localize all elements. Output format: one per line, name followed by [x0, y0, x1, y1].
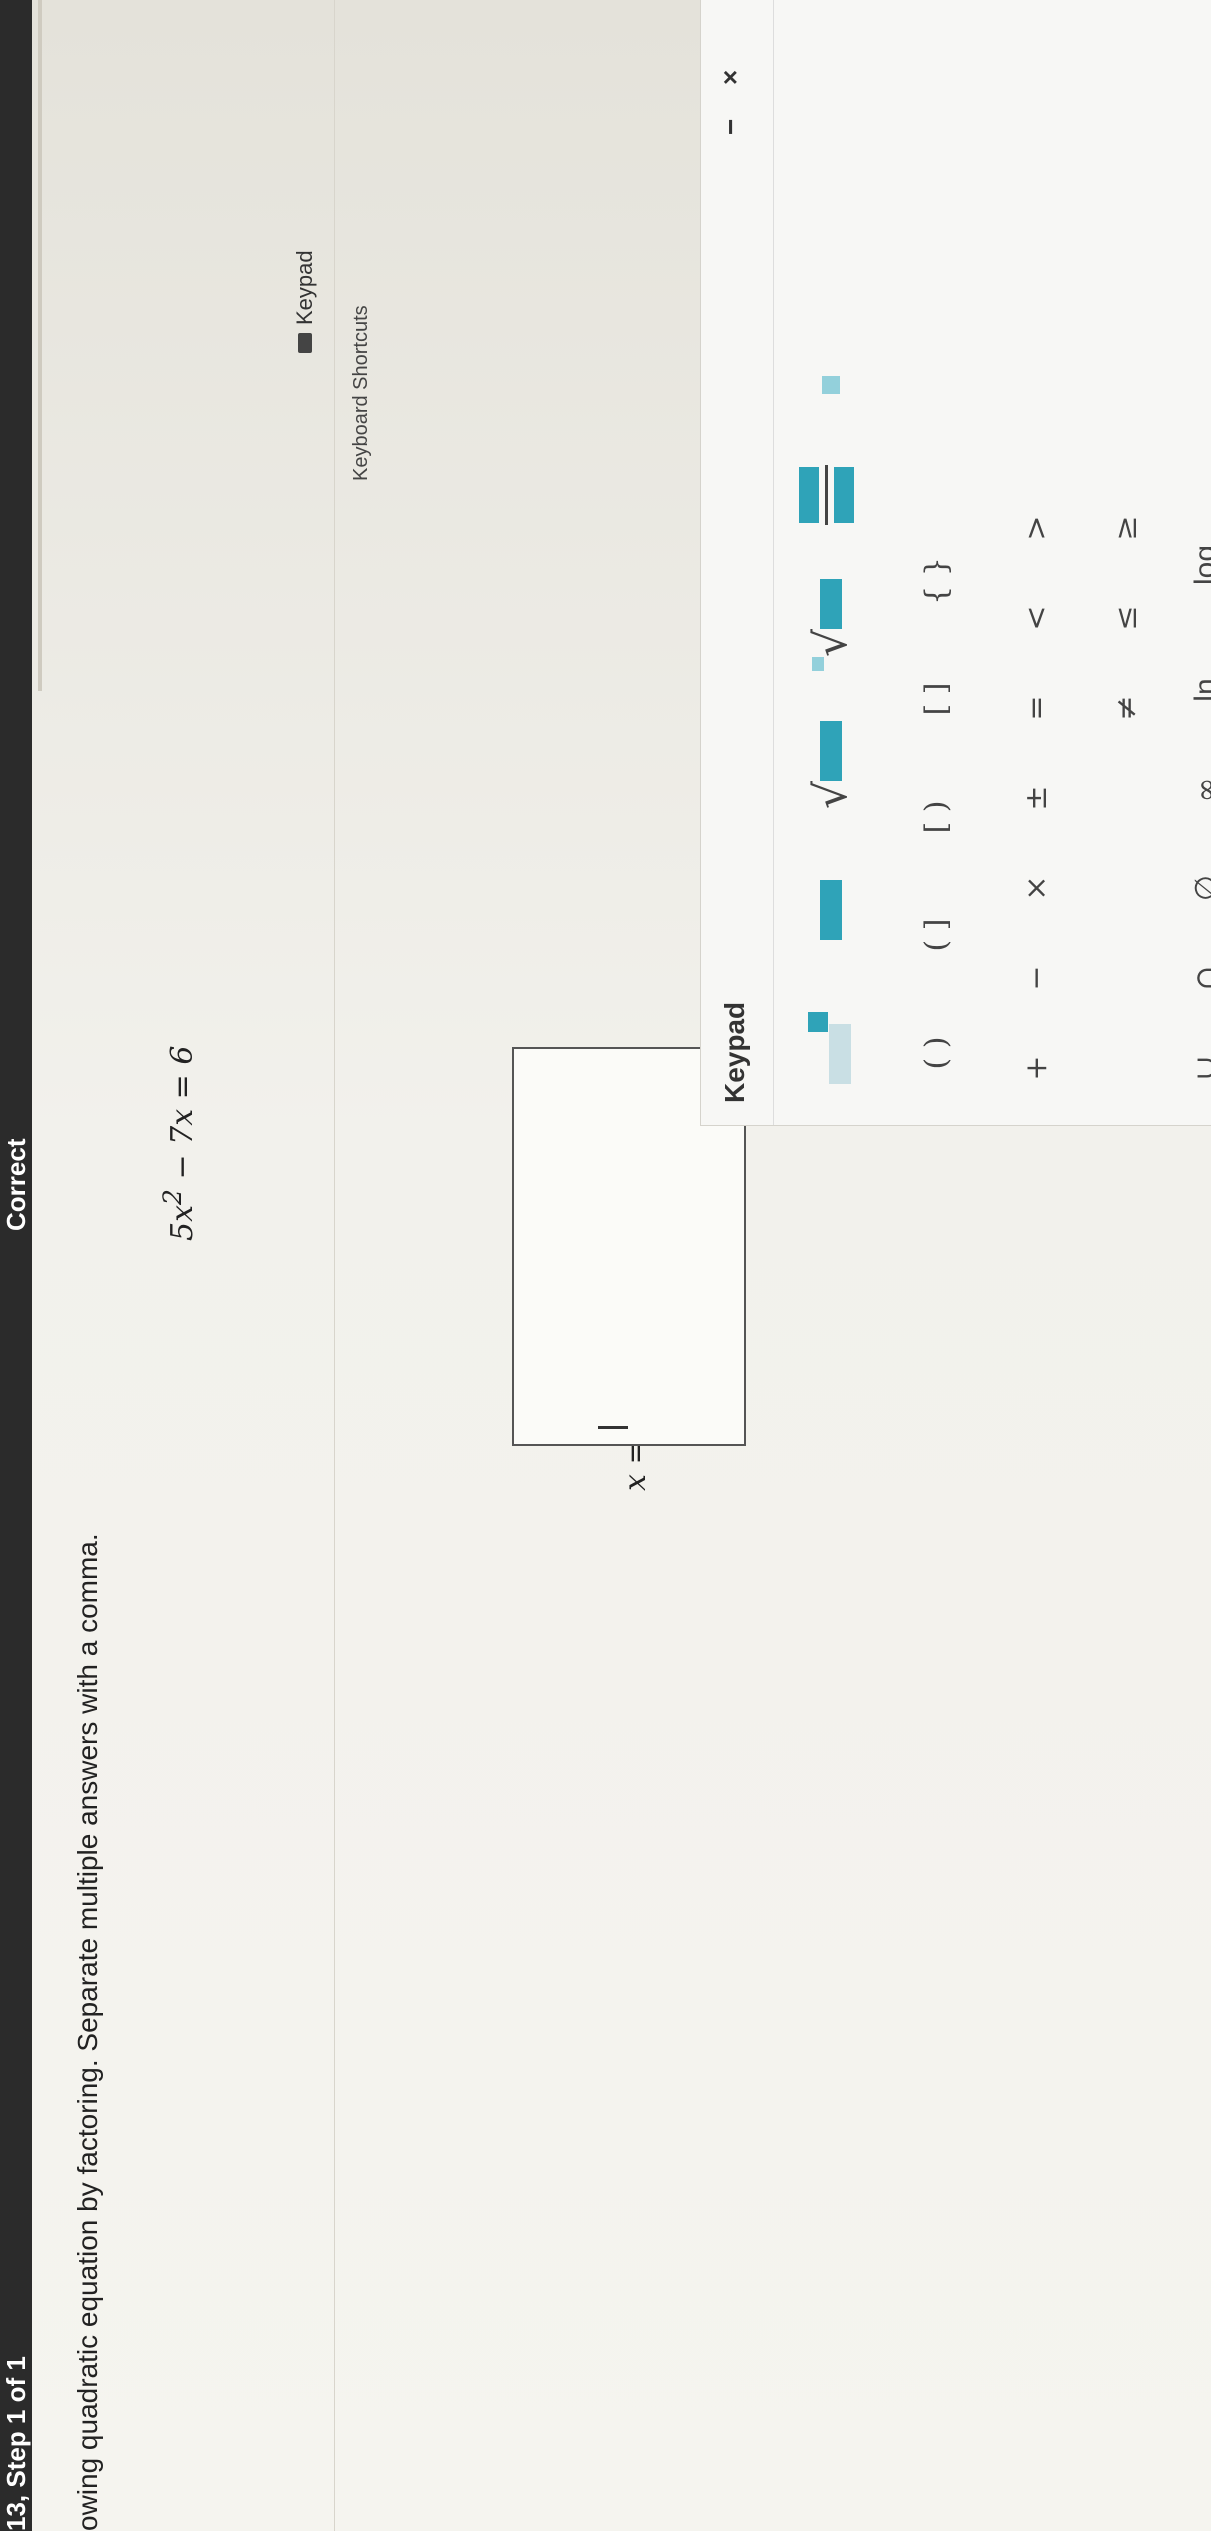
- half-open-left-key[interactable]: [ ): [901, 767, 971, 867]
- keypad-minimize-button[interactable]: −: [715, 119, 747, 135]
- brackets-key[interactable]: [ ]: [901, 649, 971, 749]
- mixed-number-key[interactable]: [796, 345, 866, 425]
- braces-key[interactable]: { }: [901, 531, 971, 631]
- times-key[interactable]: ×: [1001, 853, 1071, 923]
- greater-equal-key[interactable]: ≥: [1091, 493, 1161, 563]
- header-bar: [0, 0, 32, 2531]
- keypad-toggle-label: Keypad: [292, 250, 317, 325]
- keypad-header-divider: [773, 0, 774, 1125]
- keyboard-shortcuts-link[interactable]: Keyboard Shortcuts: [350, 305, 373, 481]
- step-label: 13, Step 1 of 1: [1, 2356, 31, 2531]
- union-key[interactable]: ∪: [1171, 1033, 1211, 1103]
- keyboard-icon: [298, 333, 312, 353]
- section-divider: [334, 0, 335, 2531]
- keypad-panel: Keypad − × √ √ ( ) ( ] [) [] {} + − ×…: [700, 0, 1211, 1126]
- equation: 5x2 − 7x = 6: [158, 1045, 200, 1241]
- keypad-close-button[interactable]: ×: [715, 70, 746, 85]
- half-open-right-key[interactable]: ( ]: [901, 885, 971, 985]
- answer-variable-label: x =: [618, 1439, 653, 1491]
- intersection-key[interactable]: ∩: [1171, 943, 1211, 1013]
- radical-icon: √: [805, 780, 857, 810]
- fraction-key[interactable]: [791, 455, 861, 535]
- not-equal-key[interactable]: ≠: [1091, 673, 1161, 743]
- less-than-key[interactable]: <: [1001, 583, 1071, 653]
- parentheses-key[interactable]: ( ): [901, 1003, 971, 1103]
- ln-key[interactable]: ln: [1171, 655, 1211, 725]
- keypad-toggle-button[interactable]: Keypad: [292, 250, 318, 353]
- status-label: Correct: [1, 1138, 31, 1231]
- nth-root-key[interactable]: √: [796, 565, 866, 685]
- greater-than-key[interactable]: >: [1001, 493, 1071, 563]
- log-key[interactable]: log: [1171, 515, 1211, 615]
- infinity-key[interactable]: ∞: [1171, 755, 1211, 825]
- superscript-key[interactable]: [796, 993, 866, 1103]
- page: 13, Step 1 of 1 Correct owing quadratic …: [0, 0, 1211, 2531]
- minus-key[interactable]: −: [1001, 943, 1071, 1013]
- header-divider: [38, 0, 42, 691]
- plus-minus-key[interactable]: ±: [1001, 763, 1071, 833]
- subscript-key[interactable]: [796, 855, 866, 965]
- equals-key[interactable]: =: [1001, 673, 1071, 743]
- empty-set-key[interactable]: ∅: [1171, 853, 1211, 923]
- radical-icon: √: [805, 628, 857, 658]
- less-equal-key[interactable]: ≤: [1091, 583, 1161, 653]
- plus-key[interactable]: +: [1001, 1033, 1071, 1103]
- question-instruction: owing quadratic equation by factoring. S…: [72, 1533, 103, 2531]
- text-cursor: [598, 1426, 628, 1429]
- square-root-key[interactable]: √: [796, 705, 866, 825]
- keypad-title: Keypad: [719, 1001, 750, 1103]
